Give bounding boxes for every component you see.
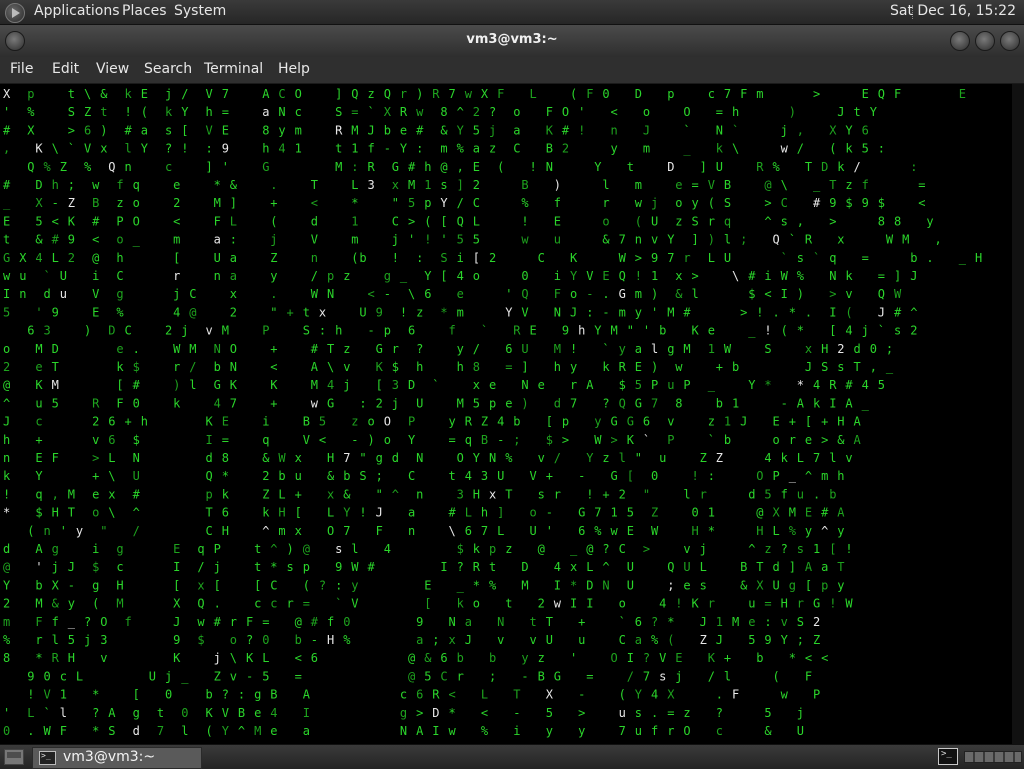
matrix-line: k Y + \ U Q * 2 b u & b S; Ct 4 3 U V + - G[0!: O P _ ^ m h <box>3 469 845 483</box>
menu-help[interactable]: Help <box>278 61 310 77</box>
window-titlebar[interactable]: vm3@vm3:~ <box>0 25 1024 57</box>
matrix-line: o M De. W M N O + # Tz Gr? y/6 U M! ` y a l g M 1 W Sx H 2 d 0; <box>3 342 893 356</box>
terminal-scrollbar[interactable] <box>1012 84 1024 744</box>
matrix-line: w u ` Ui Cr n a y / p z g _ Y[4 o 0 i Y V E Q! 1 x > \ # i W% Nk =] J <box>3 269 917 283</box>
matrix-line: 5 ' 9 E% 4 @2 " + t x U 9! z * m Y V N J: - m y ' M # >!. *. I(J # ^ <box>3 305 917 319</box>
matrix-line: 8 * R Hv Kj \ K L <6 @ & 6 b b y z ' O I? V E K + b * < < <box>3 651 828 665</box>
tray-terminal-icon[interactable] <box>938 748 958 765</box>
matrix-rain-output: Xp t \ & k Ej / V 7 A C O] Qz Qr) R 7 w X F L(F 0 Dp c 7 Fm > E Q F E… <box>3 87 982 738</box>
maximize-button[interactable] <box>975 31 995 51</box>
menu-terminal[interactable]: Terminal <box>204 61 263 77</box>
menu-edit[interactable]: Edit <box>52 61 79 77</box>
minimize-button[interactable] <box>950 31 970 51</box>
taskbar-window-label: vm3@vm3:~ <box>63 749 156 765</box>
distro-logo-icon[interactable] <box>5 3 25 23</box>
matrix-line: 0. W F * Sd 7 l(Y ^ Me a N A Iw% i y y 7 u f r Oc & U <box>3 724 804 738</box>
matrix-line: n E F > L Nd 8 & Wx H 7 " g d N O Y N% v / Yz l " u Z Z 4 k L 7 l v <box>3 451 853 465</box>
top-panel: Applications Places System Sat Dec 16, 1… <box>0 0 1024 25</box>
menu-applications[interactable]: Applications <box>34 3 120 19</box>
matrix-line: 2 M & y(M X Q. c c r = ` V[k o t 2 w I Io 4! Kr u = Hr G! W <box>3 597 853 611</box>
menu-view[interactable]: View <box>96 61 129 77</box>
matrix-line: , K \ ` Vx l Y?!:9 h 4 1 t 1 f - Y: m% a z C B 2 y m _ k \ w /(k 5: <box>3 142 885 156</box>
terminal-icon <box>39 751 56 765</box>
taskbar-window-button[interactable]: vm3@vm3:~ <box>32 747 202 769</box>
matrix-line: In d u Vg j Cx. W N < - \ 6 e ' Q Fo -. Gm) & l $ < I) > v Q W <box>3 287 902 301</box>
matrix-line: Q% Z% Qn c] ' G M: R G # h @, E(! N Yt D] U R% T Dk /: <box>27 160 917 174</box>
terminal-area[interactable]: Xp t \ & k Ej / V 7 A C O] Qz Qr) R 7 w X F L(F 0 Dp c 7 Fm > E Q F E… <box>0 84 1024 744</box>
matrix-line: @ K M[#) l G K K M 4 j[3 D ` x e Ne r A $5 Pu P _ Y * * 4 R #4 5 <box>3 378 885 392</box>
menu-search[interactable]: Search <box>144 61 192 77</box>
matrix-line: Jc 2 6 + h K Ei B 5 z o O Py R Z 4 b[p y G G 6 v z 1 J E +[+ H A <box>3 415 862 429</box>
matrix-line: E 5 < K # P O < F L(d 1 C >([Q L! Eo(Uz Sr q ^ s, >8 8 y <box>3 214 934 228</box>
matrix-line: (n ' y " / C H ^ m x O 7 Fn \ 6 7 L U ' 6% w E W H * H L% y ^ y <box>27 524 844 538</box>
matrix-line: # X >6) # a s[V E 8 y m R M Jb e # & Y 5 j a K #! n J ` N ` j, X Y 6 <box>3 123 869 137</box>
bottom-panel: vm3@vm3:~ <box>0 744 1024 769</box>
matrix-line: ! V 1 *[0 b?: g B Ac 6 R < L T X -(Y 4 X. Fw P <box>27 688 820 702</box>
terminal-menubar: File Edit View Search Terminal Help <box>0 57 1024 84</box>
clock[interactable]: Sat Dec 16, 15:22 <box>890 3 1016 19</box>
menu-system[interactable]: System <box>174 3 226 19</box>
matrix-line: 6 3) D C 2 j v M P S: h - p 6 f ` R E 9 h Y M " ' b Ke _!(*[4 j ` s 2 <box>27 324 917 338</box>
matrix-line: 2 e Tk $ r / b N < A \ v K $ h h 8 =] h y k R E) w + b J Ss T, _ <box>3 360 894 374</box>
matrix-line: @ ' j J $ c I / j t * s p 9 W # I? Rt D 4 x L ^ U Q U L B Td] Aa T <box>3 560 845 574</box>
matrix-line: G X 4 L 2 @ h[Ua Zn (b!: Si[2 C K W >9 7 r L U ` s ` q = b. _ H <box>3 251 982 265</box>
matrix-line: _ X - Z Bz o 2 M] + < * " 5 p Y / C% f r w j o y(S > C #9 $9 $ < <box>3 196 926 210</box>
matrix-line: h + v 6 $ I = q V < -) o Y = q B -; $ > W > K ` P ` b o r e > & A <box>3 433 862 447</box>
matrix-line: 9 0 c L Uj _ Zv -5 = @5 Cr; - B G =/7 s j / l(F <box>27 669 812 683</box>
matrix-line: ' L ` l? Ag t 0 K V Be 4 Ig > D * < -5 > u s. = z? 5 j <box>3 706 804 720</box>
matrix-line: ! q, Me x # p k Z L + x & " ^ n 3 Hx Ts r! +2 " l r d 5 f u. b <box>3 487 836 501</box>
matrix-line: ^ u 5 R F 0 k 4 7 + w G:2 j U M 5 p e) d 7? Q G 7 8 b 1- Ak I A _ <box>3 396 870 410</box>
matrix-line: Xp t \ & k Ej / V 7 A C O] Qz Qr) R 7 w X F L(F 0 Dp c 7 Fm > E Q F E <box>3 87 966 101</box>
show-desktop-icon[interactable] <box>4 749 24 765</box>
matrix-line: t & #9 < o _ m a: j Vm j '! ' 5 5 w u & 7 n v Y]) l; Q ` Rx W M, <box>3 233 942 247</box>
matrix-line: * $ H To \ ^ T 6 k H[L Y! Ja # Lh] o - G 7 1 5 Z 0 1 @ X M E # A <box>3 506 845 520</box>
window-title: vm3@vm3:~ <box>466 32 558 47</box>
menu-places[interactable]: Places <box>122 3 167 19</box>
matrix-line: # Dh; w f q e * &. T L 3 x M 1 s] 2 B) l m e = V B @ \ _ Tz f = <box>3 178 926 192</box>
workspace-switcher[interactable] <box>964 751 1022 763</box>
matrix-line: '% S Zt!(k Yh = a Nc S = ` X Rw 8 ^ 2? o F O ' < o O = h) Jt Y <box>3 105 878 119</box>
matrix-line: m Ff _? Of Jw # r F = @ # f 0 9 Na Nt T + ` 6? * J 1 Me: v S 2 <box>3 615 820 629</box>
matrix-line: Yb X - g H[x[[C(?: y E _ *% M I * D N U; e s & X Ug[p y <box>3 578 845 592</box>
menu-file[interactable]: File <box>10 61 33 77</box>
matrix-line: d Ag i g Eq Pt ^) @ s l 4 $ k p z @ _ @? C > v j ^ z? s 1[! <box>3 542 853 556</box>
matrix-line: % r l 5 j 3 9 $ o? 0 b - H% a; x Jv v Uu Ca%(Z J 5 9 Y; Z <box>3 633 820 647</box>
close-button[interactable] <box>1000 31 1020 51</box>
